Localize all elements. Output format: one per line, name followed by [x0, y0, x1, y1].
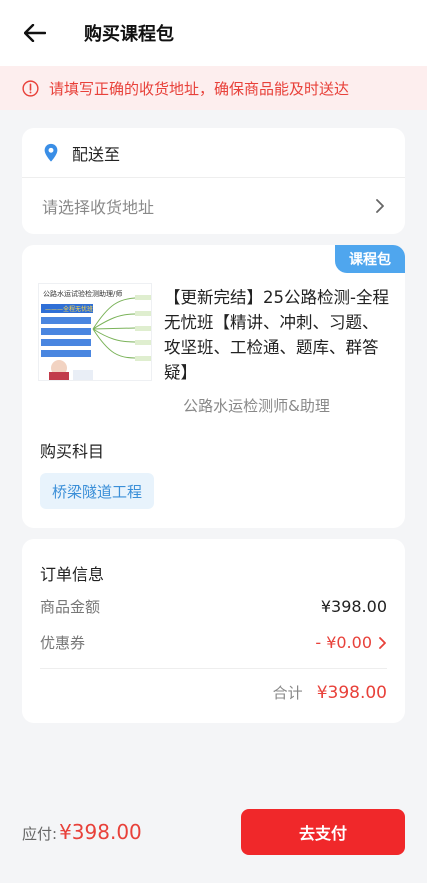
select-address-row[interactable]: 请选择收货地址	[22, 178, 405, 234]
purchase-subject-label: 购买科目	[40, 442, 105, 461]
info-icon	[22, 79, 39, 97]
coupon-label: 优惠券	[40, 634, 86, 652]
chevron-right-icon	[379, 636, 386, 649]
address-notice-banner: 请填写正确的收货地址，确保商品能及时送达	[0, 66, 427, 110]
order-info-title: 订单信息	[40, 565, 105, 584]
location-pin-icon	[44, 143, 58, 162]
coupon-row[interactable]: 优惠券 - ¥0.00	[40, 632, 387, 653]
coupon-value-group: - ¥0.00	[315, 633, 387, 652]
amount-due-value: ¥398.00	[59, 820, 142, 844]
page-title: 购买课程包	[84, 24, 174, 45]
order-info-card: 订单信息 商品金额 ¥398.00 优惠券 - ¥0.00 合计 ¥398.00	[22, 539, 405, 723]
product-amount-value: ¥398.00	[320, 597, 387, 616]
coupon-value: - ¥0.00	[315, 633, 372, 652]
ship-to-row: 配送至	[22, 128, 405, 178]
notice-text: 请填写正确的收货地址，确保商品能及时送达	[49, 79, 350, 98]
course-category: 公路水运检测师&助理	[183, 397, 330, 415]
thumbnail-caption: 公路水运试验检测助理/师	[43, 289, 122, 298]
product-amount-row: 商品金额 ¥398.00	[40, 596, 387, 617]
course-pack-badge: 课程包	[335, 245, 405, 273]
total-value: ¥398.00	[316, 682, 387, 703]
product-amount-label: 商品金额	[40, 598, 101, 616]
total-row: 合计 ¥398.00	[273, 682, 387, 703]
amount-due: 应付: ¥398.00	[22, 820, 142, 844]
back-arrow-icon[interactable]	[22, 20, 48, 46]
course-title[interactable]: 【更新完结】25公路检测-全程无忧班【精讲、冲刺、习题、攻坚班、工检通、题库、群…	[164, 285, 392, 385]
header: 购买课程包	[0, 0, 427, 66]
payment-footer: 应付: ¥398.00 去支付	[0, 797, 427, 867]
divider	[40, 668, 387, 669]
chevron-right-icon	[376, 199, 384, 213]
pay-button[interactable]: 去支付	[241, 809, 405, 855]
subject-chip[interactable]: 桥梁隧道工程	[40, 473, 155, 509]
ship-to-label: 配送至	[72, 144, 121, 164]
course-thumbnail[interactable]: 公路水运试验检测助理/师 ———全程无忧班	[38, 283, 152, 381]
bottom-bar	[0, 867, 427, 883]
total-label: 合计	[272, 684, 303, 702]
address-card: 配送至 请选择收货地址	[22, 128, 405, 234]
select-address-placeholder: 请选择收货地址	[42, 198, 155, 217]
course-card: 课程包 公路水运试验检测助理/师 ———全程无忧班 【更新完结】25公路检测-全…	[22, 245, 405, 528]
svg-text:———全程无忧班: ———全程无忧班	[45, 305, 93, 313]
amount-due-label: 应付:	[22, 825, 58, 843]
